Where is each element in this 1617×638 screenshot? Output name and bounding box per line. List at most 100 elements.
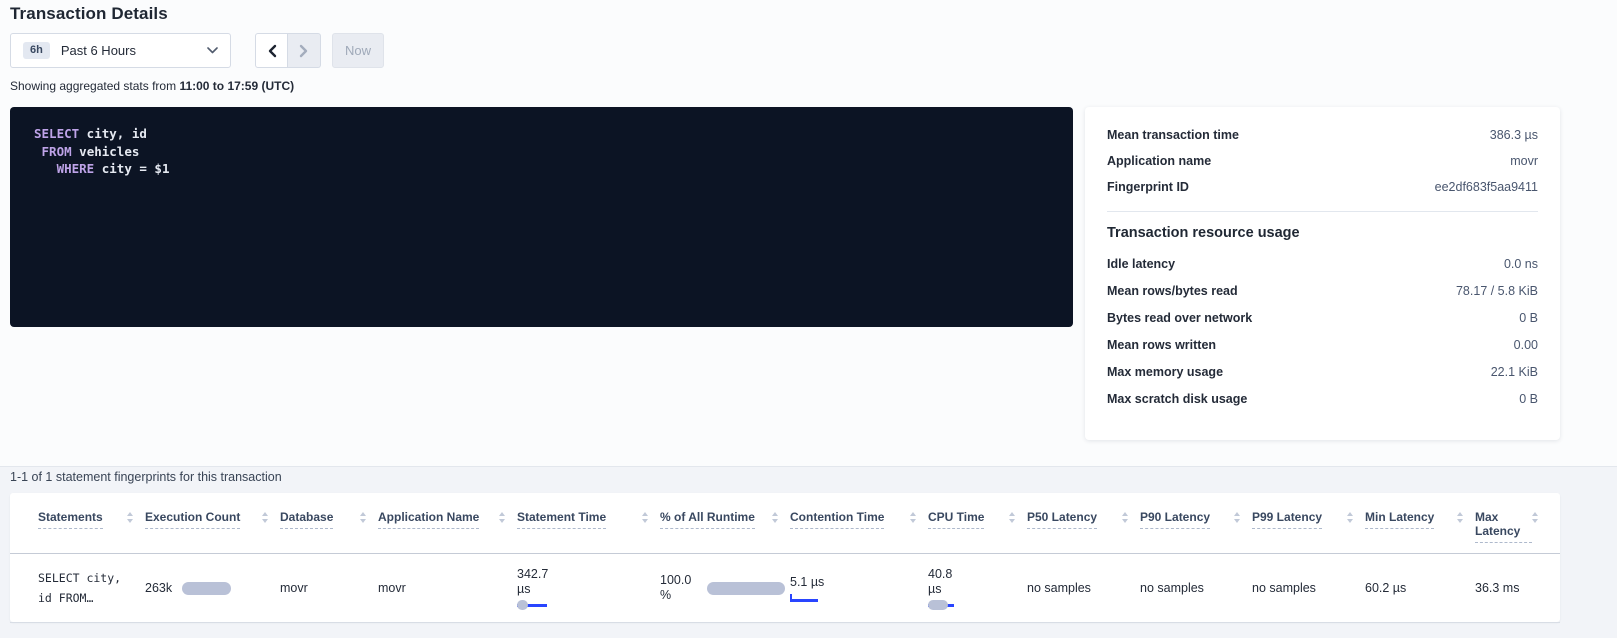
column-header-runtime-pct[interactable]: % of All Runtime [660, 510, 790, 543]
stats-note-prefix: Showing aggregated stats from [10, 79, 179, 93]
summary-row-value: 78.17 / 5.8 KiB [1456, 284, 1538, 298]
sort-icon [772, 512, 778, 523]
summary-row-value: 386.3 µs [1490, 128, 1538, 142]
time-range-dropdown[interactable]: 6h Past 6 Hours [10, 33, 231, 68]
summary-row: Max scratch disk usage 0 B [1107, 385, 1538, 412]
sort-icon [1122, 512, 1128, 523]
card-divider [1107, 211, 1538, 212]
statement-link[interactable]: SELECT city, id FROM… [38, 568, 145, 608]
p90-latency-cell: no samples [1140, 581, 1252, 595]
column-header-contention-time[interactable]: Contention Time [790, 510, 928, 543]
sort-icon [1234, 512, 1240, 523]
summary-row: Bytes read over network 0 B [1107, 304, 1538, 331]
p99-latency-cell: no samples [1252, 581, 1365, 595]
execution-count-bar [182, 582, 231, 595]
sort-icon [127, 512, 133, 523]
column-header-cpu-time[interactable]: CPU Time [928, 510, 1027, 543]
summary-row-value: 0 B [1519, 311, 1538, 325]
sql-code-box: SELECT city, id FROM vehicles WHERE city… [10, 107, 1073, 327]
summary-row: Mean rows/bytes read 78.17 / 5.8 KiB [1107, 277, 1538, 304]
transaction-summary-card: Mean transaction time 386.3 µs Applicati… [1085, 107, 1560, 440]
page-title: Transaction Details [10, 4, 168, 24]
sort-icon [360, 512, 366, 523]
runtime-pct-cell: 100.0 % [660, 573, 790, 603]
summary-row: Application name movr [1107, 148, 1538, 174]
summary-row-label: Max memory usage [1107, 365, 1223, 379]
column-header-p99-latency[interactable]: P99 Latency [1252, 510, 1365, 543]
statements-table-card: Statements Execution Count Database Appl… [10, 493, 1560, 622]
stats-note-range: 11:00 to 17:59 (UTC) [179, 79, 294, 93]
summary-row-value: ee2df683f5aa9411 [1435, 180, 1538, 194]
sql-line: WHERE city = $1 [34, 160, 1049, 178]
summary-row-label: Idle latency [1107, 257, 1175, 271]
summary-row-value: 22.1 KiB [1491, 365, 1538, 379]
sql-keyword: FROM [34, 144, 72, 159]
time-nav-group [255, 33, 321, 68]
next-time-button[interactable] [288, 33, 321, 68]
cpu-time-cell: 40.8 µs [928, 567, 1027, 610]
sort-icon [1009, 512, 1015, 523]
contention-time-bar [790, 594, 818, 602]
sort-icon [910, 512, 916, 523]
runtime-pct-bar [707, 582, 785, 595]
now-button[interactable]: Now [332, 33, 384, 68]
sql-text: city = $1 [94, 161, 169, 176]
summary-row: Max memory usage 22.1 KiB [1107, 358, 1538, 385]
sort-icon [262, 512, 268, 523]
table-row: SELECT city, id FROM… 263k movr movr 342… [10, 554, 1560, 623]
column-header-p50-latency[interactable]: P50 Latency [1027, 510, 1140, 543]
column-header-application-name[interactable]: Application Name [378, 510, 517, 543]
summary-row-label: Max scratch disk usage [1107, 392, 1247, 406]
column-header-max-latency[interactable]: Max Latency [1475, 510, 1550, 543]
chevron-left-icon [267, 44, 277, 58]
sort-icon [642, 512, 648, 523]
sql-line: FROM vehicles [34, 143, 1049, 161]
resource-usage-rows: Idle latency 0.0 ns Mean rows/bytes read… [1107, 250, 1538, 412]
stats-note: Showing aggregated stats from 11:00 to 1… [10, 79, 294, 93]
summary-row: Mean transaction time 386.3 µs [1107, 122, 1538, 148]
column-header-database[interactable]: Database [280, 510, 378, 543]
sql-line: SELECT city, id [34, 125, 1049, 143]
max-latency-cell: 36.3 ms [1475, 581, 1550, 595]
resource-usage-section-title: Transaction resource usage [1107, 225, 1538, 241]
database-cell: movr [280, 581, 378, 595]
time-range-badge: 6h [23, 42, 50, 59]
p50-latency-cell: no samples [1027, 581, 1140, 595]
execution-count-cell: 263k [145, 581, 280, 595]
summary-row-value: 0.00 [1514, 338, 1538, 352]
sql-keyword: SELECT [34, 126, 79, 141]
time-controls: 6h Past 6 Hours Now [10, 33, 384, 68]
chevron-right-icon [299, 44, 309, 58]
chevron-down-icon [207, 47, 218, 54]
cpu-time-bar [928, 600, 954, 610]
column-header-execution-count[interactable]: Execution Count [145, 510, 280, 543]
sort-icon [1532, 512, 1538, 523]
sql-keyword: WHERE [34, 161, 94, 176]
summary-row-label: Bytes read over network [1107, 311, 1252, 325]
application-name-cell: movr [378, 581, 517, 595]
column-header-min-latency[interactable]: Min Latency [1365, 510, 1475, 543]
prev-time-button[interactable] [255, 33, 288, 68]
min-latency-cell: 60.2 µs [1365, 581, 1475, 595]
sort-icon [1457, 512, 1463, 523]
statement-time-cell: 342.7 µs [517, 567, 660, 610]
summary-row: Idle latency 0.0 ns [1107, 250, 1538, 277]
summary-row-label: Mean rows/bytes read [1107, 284, 1238, 298]
summary-row-label: Mean rows written [1107, 338, 1216, 352]
summary-row: Mean rows written 0.00 [1107, 331, 1538, 358]
sql-text: city, id [79, 126, 147, 141]
summary-row: Fingerprint ID ee2df683f5aa9411 [1107, 174, 1538, 200]
contention-time-cell: 5.1 µs [790, 575, 928, 602]
summary-row-label: Mean transaction time [1107, 128, 1239, 142]
sort-icon [1347, 512, 1353, 523]
summary-row-value: movr [1510, 154, 1538, 168]
sql-text: vehicles [72, 144, 140, 159]
column-header-p90-latency[interactable]: P90 Latency [1140, 510, 1252, 543]
summary-row-label: Fingerprint ID [1107, 180, 1189, 194]
statements-table-header-row: Statements Execution Count Database Appl… [10, 493, 1560, 554]
sort-icon [499, 512, 505, 523]
column-header-statements[interactable]: Statements [38, 510, 145, 543]
summary-row-value: 0.0 ns [1504, 257, 1538, 271]
statement-time-bar [517, 600, 547, 610]
column-header-statement-time[interactable]: Statement Time [517, 510, 660, 543]
